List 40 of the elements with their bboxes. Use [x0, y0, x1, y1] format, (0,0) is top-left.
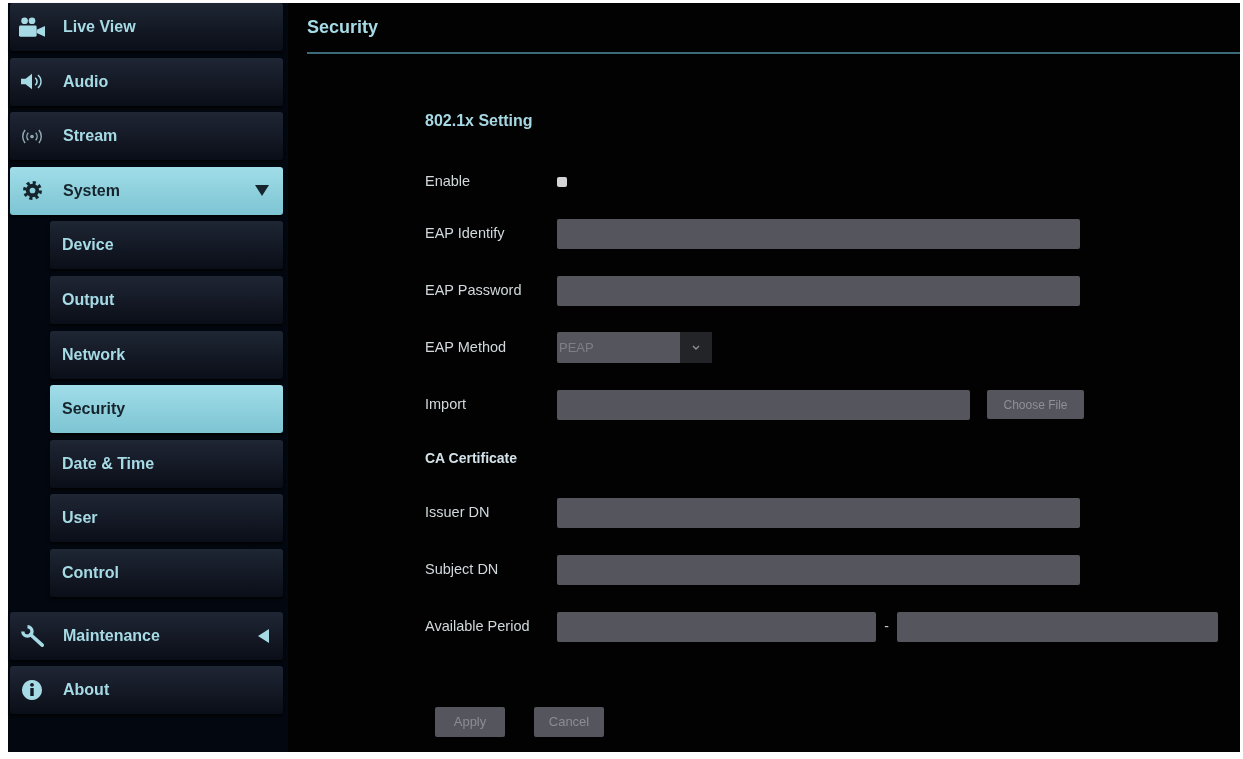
sidebar-item[interactable]: About [10, 666, 283, 715]
info-icon [22, 680, 42, 701]
field-label: Import [425, 394, 468, 414]
sidebar-subitem[interactable]: Device [50, 221, 283, 270]
sidebar-subitem[interactable]: Network [50, 330, 283, 379]
input-field[interactable] [557, 554, 1080, 585]
sidebar-subitem[interactable]: Control [50, 548, 283, 597]
field-label: Available Period [425, 616, 531, 636]
input-field[interactable] [557, 275, 1080, 306]
field-label: Subject DN [425, 559, 500, 579]
field-label: EAP Method [425, 337, 508, 357]
input-field[interactable] [557, 218, 1080, 249]
chevron-down-icon [680, 332, 712, 363]
sidebar-item[interactable]: Maintenance [10, 611, 283, 660]
wrench-icon [20, 624, 44, 647]
range-separator: - [883, 617, 890, 636]
field-label: EAP Identify [425, 223, 506, 243]
input-field[interactable] [557, 497, 1080, 528]
section-subtitle: CA Certificate [425, 449, 518, 468]
sidebar-item[interactable]: Audio [10, 57, 283, 106]
sidebar-subitem[interactable]: Output [50, 275, 283, 324]
field-label: Issuer DN [425, 502, 491, 522]
sidebar-item[interactable]: Live View [10, 3, 283, 51]
sidebar-subitem[interactable]: Security [50, 385, 283, 434]
broadcast-icon [20, 128, 44, 144]
gear-icon [22, 181, 42, 201]
sidebar-subitem[interactable]: User [50, 494, 283, 543]
section-title: 802.1x Setting [425, 111, 533, 131]
page-title: Security [307, 16, 379, 39]
input-field[interactable] [557, 611, 876, 642]
input-field[interactable] [897, 611, 1218, 642]
sidebar-item[interactable]: Stream [10, 112, 283, 161]
sidebar-item[interactable]: System [10, 166, 283, 215]
speaker-icon [21, 73, 43, 91]
checkbox[interactable] [557, 176, 567, 187]
video-camera-icon [19, 17, 45, 37]
field-label: Enable [425, 171, 472, 191]
field-label: EAP Password [425, 280, 523, 300]
input-field[interactable] [557, 389, 970, 420]
sidebar-subitem[interactable]: Date & Time [50, 439, 283, 488]
